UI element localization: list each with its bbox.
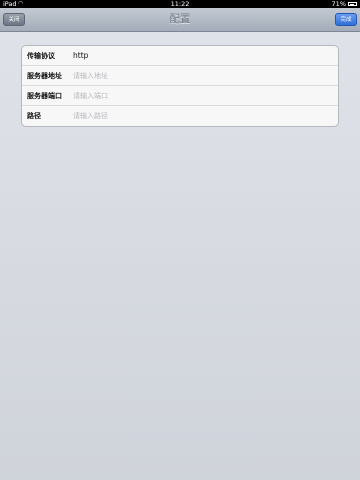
navigation-bar: 关闭 配置 完成	[0, 8, 360, 32]
path-label: 路径	[27, 112, 41, 120]
path-row[interactable]: 路径 请输入路径	[22, 106, 338, 126]
protocol-row[interactable]: 传输协议 http	[22, 46, 338, 66]
page-title: 配置	[169, 13, 191, 25]
protocol-field[interactable]: http	[73, 46, 88, 66]
battery-percent: 71%	[331, 0, 346, 8]
protocol-label: 传输协议	[27, 52, 55, 60]
done-button[interactable]: 完成	[335, 13, 357, 26]
server-address-label: 服务器地址	[27, 72, 62, 80]
battery-icon	[348, 2, 357, 6]
server-port-row[interactable]: 服务器端口 请输入端口	[22, 86, 338, 106]
server-address-row[interactable]: 服务器地址 请输入地址	[22, 66, 338, 86]
path-field[interactable]: 请输入路径	[73, 106, 108, 126]
config-form: 传输协议 http 服务器地址 请输入地址 服务器端口 请输入端口 路径 请输入…	[21, 45, 339, 127]
content-area: 传输协议 http 服务器地址 请输入地址 服务器端口 请输入端口 路径 请输入…	[0, 32, 360, 480]
status-bar: iPad ◠ 11:22 71%	[0, 0, 360, 8]
status-time: 11:22	[170, 0, 190, 8]
server-address-field[interactable]: 请输入地址	[73, 66, 108, 86]
server-port-label: 服务器端口	[27, 92, 62, 100]
server-port-field[interactable]: 请输入端口	[73, 86, 108, 106]
